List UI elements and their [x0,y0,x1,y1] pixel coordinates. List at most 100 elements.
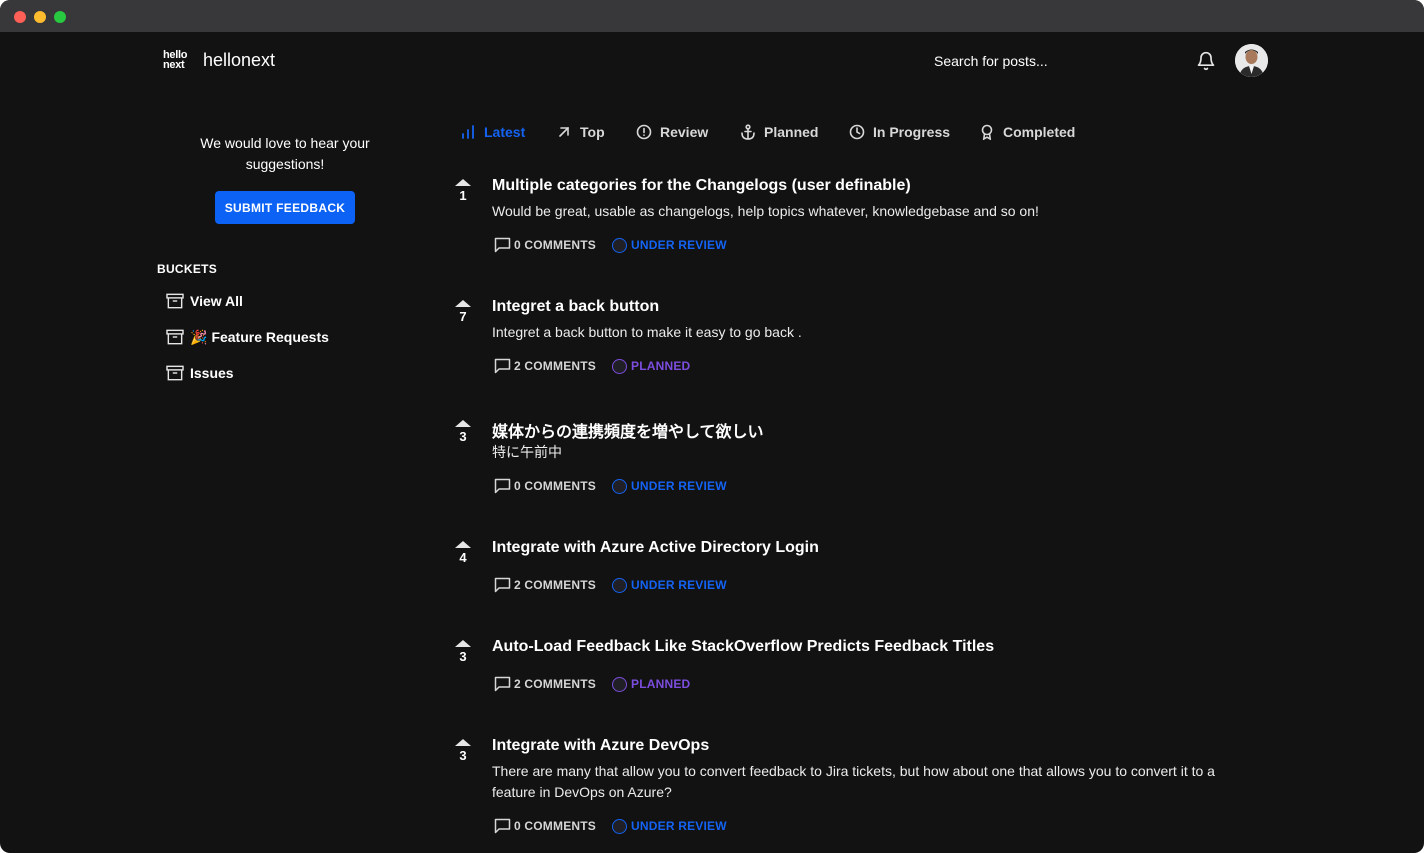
award-icon [981,124,993,140]
status-badge: UNDER REVIEW [612,818,727,834]
status-label: PLANNED [631,359,691,373]
archive-icon [166,293,184,309]
upvote-button[interactable]: 3 [452,739,474,763]
comments-link[interactable]: 0 COMMENTS [494,478,596,494]
alert-circle-icon [636,124,652,140]
comments-count: 0 COMMENTS [514,238,597,252]
post-description: Would be great, usable as changelogs, he… [492,203,1039,219]
upvote-arrow-icon [455,420,471,427]
status-label: UNDER REVIEW [631,238,727,252]
bucket-label: Feature Requests [211,329,329,345]
party-popper-icon: 🎉 [190,328,208,345]
upvote-button[interactable]: 1 [452,179,474,203]
post-description: Integret a back button to make it easy t… [492,324,802,340]
upvote-arrow-icon [455,541,471,548]
post-description: There are many that allow you to convert… [492,763,1215,800]
archive-icon [166,329,184,345]
bucket-label: Issues [190,365,234,381]
bucket-label: View All [190,293,243,309]
status-dot-icon [612,818,628,834]
bucket-feature-requests[interactable]: 🎉 Feature Requests [166,326,329,348]
comments-link[interactable]: 2 COMMENTS [494,676,596,692]
tab-label: Top [580,124,605,140]
upvote-button[interactable]: 3 [452,420,474,444]
status-dot-icon [612,358,628,374]
comments-link[interactable]: 0 COMMENTS [494,237,596,253]
status-badge: UNDER REVIEW [612,577,727,593]
vote-count: 3 [459,429,467,444]
post-meta: 0 COMMENTS UNDER REVIEW [494,817,727,835]
minimize-window-button[interactable] [34,11,46,23]
status-label: UNDER REVIEW [631,479,727,493]
post-title[interactable]: Auto-Load Feedback Like StackOverflow Pr… [492,638,994,656]
search-input[interactable] [920,48,1160,74]
comment-icon [494,478,511,494]
upvote-button[interactable]: 3 [452,640,474,664]
buckets-heading: BUCKETS [157,262,218,276]
upvote-arrow-icon [455,640,471,647]
post-meta: 0 COMMENTS UNDER REVIEW [494,236,727,254]
comments-link[interactable]: 2 COMMENTS [494,358,596,374]
post-meta: 2 COMMENTS PLANNED [494,357,690,375]
tab-label: In Progress [873,124,951,140]
status-label: PLANNED [631,677,691,691]
post-title[interactable]: Integrate with Azure DevOps [492,737,709,755]
vote-count: 7 [459,309,467,324]
comments-count: 2 COMMENTS [514,677,597,691]
post-meta: 2 COMMENTS UNDER REVIEW [494,576,727,594]
arrow-up-right-icon [559,127,569,137]
comments-count: 2 COMMENTS [514,578,597,592]
logo-icon[interactable]: hello next [163,50,193,72]
tab-label: Review [660,124,709,140]
comment-icon [494,818,511,834]
submit-feedback-button[interactable]: SUBMIT FEEDBACK [215,191,355,224]
comments-link[interactable]: 2 COMMENTS [494,577,596,593]
tab-label: Planned [764,124,819,140]
post-title[interactable]: Multiple categories for the Changelogs (… [492,177,911,195]
brand-name[interactable]: hellonext [203,50,275,71]
bell-icon[interactable] [1196,51,1216,71]
comment-icon [494,358,511,374]
post-description: 特に午前中 [492,444,562,460]
upvote-arrow-icon [455,179,471,186]
status-dot-icon [612,676,628,692]
tab-review[interactable]: Review [636,121,708,143]
comments-count: 0 COMMENTS [514,819,597,833]
status-badge: UNDER REVIEW [612,237,727,253]
comment-icon [494,577,511,593]
avatar[interactable] [1235,44,1268,77]
post-meta: 0 COMMENTS UNDER REVIEW [494,477,727,495]
archive-icon [166,365,184,381]
feedback-invite-text: We would love to hear your suggestions! [200,135,370,172]
tab-planned[interactable]: Planned [740,121,818,143]
vote-count: 1 [459,188,467,203]
post-title[interactable]: 媒体からの連携頻度を増やして欲しい [492,418,764,442]
tab-latest[interactable]: Latest [460,121,525,143]
post-title[interactable]: Integrate with Azure Active Directory Lo… [492,539,819,557]
tab-top[interactable]: Top [556,121,605,143]
status-dot-icon [612,237,628,253]
status-dot-icon [612,577,628,593]
window-titlebar [0,0,1424,32]
post-title[interactable]: Integret a back button [492,298,659,316]
close-window-button[interactable] [14,11,26,23]
status-badge: PLANNED [612,676,691,692]
tab-in-progress[interactable]: In Progress [849,121,950,143]
vote-count: 3 [459,649,467,664]
upvote-arrow-icon [455,739,471,746]
tab-completed[interactable]: Completed [979,121,1075,143]
upvote-button[interactable]: 7 [452,300,474,324]
bucket-view-all[interactable]: View All [166,290,243,312]
upvote-button[interactable]: 4 [452,541,474,565]
upvote-arrow-icon [455,300,471,307]
zoom-window-button[interactable] [54,11,66,23]
comments-count: 2 COMMENTS [514,359,597,373]
status-label: UNDER REVIEW [631,819,727,833]
comments-link[interactable]: 0 COMMENTS [494,818,596,834]
comments-count: 0 COMMENTS [514,479,597,493]
anchor-icon [741,124,755,140]
status-badge: UNDER REVIEW [612,478,727,494]
tab-label: Latest [484,124,526,140]
bucket-issues[interactable]: Issues [166,362,234,384]
status-label: UNDER REVIEW [631,578,727,592]
